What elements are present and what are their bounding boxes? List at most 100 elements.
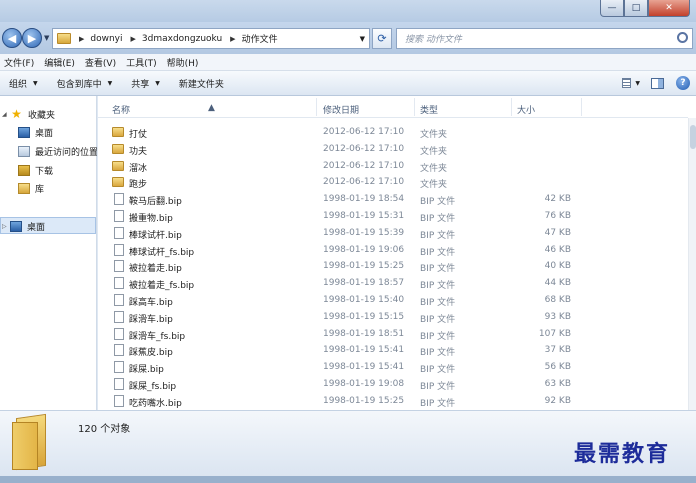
refresh-button[interactable]: ⟳ xyxy=(372,28,392,49)
file-date: 1998-01-19 18:51 xyxy=(323,328,405,339)
nav-desktop-favorite[interactable]: 桌面 xyxy=(18,124,53,140)
vertical-scrollbar[interactable] xyxy=(688,118,696,410)
nav-library[interactable]: 库 xyxy=(18,180,44,196)
file-type: BIP 文件 xyxy=(420,331,456,342)
file-row[interactable]: 踩屎.bip 1998-01-19 15:41 BIP 文件 56 KB xyxy=(98,358,688,375)
change-view-button[interactable]: ▼ xyxy=(622,75,640,91)
file-name: 搬重物.bip xyxy=(129,214,173,224)
folder-row[interactable]: 溜冰 2012-06-12 17:10 文件夹 xyxy=(98,157,688,174)
file-icon xyxy=(114,260,124,273)
file-type: BIP 文件 xyxy=(420,247,456,258)
file-type: BIP 文件 xyxy=(420,365,456,376)
folder-row[interactable]: 跑步 2012-06-12 17:10 文件夹 xyxy=(98,173,688,190)
nav-favorites[interactable]: ◢ ★ 收藏夹 xyxy=(2,106,55,122)
breadcrumb-action-files[interactable]: ▶ 动作文件 xyxy=(230,32,277,46)
column-type[interactable]: 类型 xyxy=(420,103,438,116)
toolbar-right: ▼ ? xyxy=(614,75,692,91)
file-name: 踩滑车.bip xyxy=(129,314,173,325)
column-size[interactable]: 大小 xyxy=(517,103,535,116)
folder-icon xyxy=(112,160,124,171)
file-type: BIP 文件 xyxy=(420,298,456,308)
folder-icon xyxy=(112,127,124,137)
include-in-library-button[interactable]: 包含到库中 ▼ xyxy=(57,77,113,90)
minimize-button[interactable]: — xyxy=(600,0,624,17)
views-icon xyxy=(622,78,632,88)
file-type: BIP 文件 xyxy=(420,230,456,241)
file-type: 文件夹 xyxy=(420,180,448,191)
file-icon xyxy=(114,344,124,357)
nav-downloads[interactable]: 下载 xyxy=(18,162,53,178)
file-icon xyxy=(114,394,124,407)
file-row[interactable]: 踩屎_fs.bip 1998-01-19 19:08 BIP 文件 63 KB xyxy=(98,375,688,392)
help-button[interactable]: ? xyxy=(674,75,692,91)
file-size: 76 KB xyxy=(544,211,571,221)
expand-icon[interactable]: ▷ xyxy=(2,223,10,230)
forward-button[interactable]: ▶ xyxy=(22,28,42,48)
file-row[interactable]: 棒球试杆.bip 1998-01-19 15:39 BIP 文件 47 KB xyxy=(98,224,688,241)
scrollbar-thumb[interactable] xyxy=(690,125,696,149)
back-button[interactable]: ◀ xyxy=(2,28,22,48)
breadcrumb-downyi[interactable]: ▶ downyi xyxy=(79,34,123,44)
file-name: 被拉着走_fs.bip xyxy=(129,281,195,292)
file-size: 46 KB xyxy=(544,244,571,255)
address-dropdown-icon[interactable]: ▼ xyxy=(360,35,365,43)
folder-row[interactable]: 打仗 2012-06-12 17:10 文件夹 xyxy=(98,123,688,140)
library-icon xyxy=(18,182,30,194)
search-input[interactable]: 搜索 动作文件 xyxy=(396,28,693,49)
menu-help[interactable]: 帮助(H) xyxy=(167,56,199,69)
file-row[interactable]: 棒球试杆_fs.bip 1998-01-19 19:06 BIP 文件 46 KB xyxy=(98,241,688,258)
file-type: BIP 文件 xyxy=(420,314,456,325)
file-row[interactable]: 吃药嘴水.bip 1998-01-19 15:25 BIP 文件 92 KB xyxy=(98,392,688,409)
file-row[interactable]: 被拉着走_fs.bip 1998-01-19 18:57 BIP 文件 44 KB xyxy=(98,274,688,291)
file-date: 2012-06-12 17:10 xyxy=(323,127,405,137)
column-header: ▲ 名称 修改日期 类型 大小 xyxy=(98,96,688,118)
item-count: 120 个对象 xyxy=(78,424,131,435)
share-button[interactable]: 共享 ▼ xyxy=(131,77,160,90)
column-name[interactable]: 名称 xyxy=(112,103,130,116)
file-row[interactable]: 鞍马后翻.bip 1998-01-19 18:54 BIP 文件 42 KB xyxy=(98,190,688,207)
window-controls: — □ ✕ xyxy=(600,0,690,17)
sort-indicator-icon: ▲ xyxy=(208,103,215,113)
file-date: 2012-06-12 17:10 xyxy=(323,160,405,171)
file-size: 40 KB xyxy=(544,261,571,272)
file-size: 44 KB xyxy=(544,278,571,289)
recent-pages-dropdown[interactable]: ▼ xyxy=(44,34,49,42)
breadcrumb-3dmaxdongzuoku[interactable]: ▶ 3dmaxdongzuoku xyxy=(131,34,223,44)
file-row[interactable]: 搬重物.bip 1998-01-19 15:31 BIP 文件 76 KB xyxy=(98,207,688,224)
folder-row[interactable]: 功夫 2012-06-12 17:10 文件夹 xyxy=(98,140,688,157)
menu-file[interactable]: 文件(F) xyxy=(4,56,34,69)
file-row[interactable]: 踩高车.bip 1998-01-19 15:40 BIP 文件 68 KB xyxy=(98,291,688,308)
maximize-button[interactable]: □ xyxy=(624,0,648,17)
file-size: 68 KB xyxy=(544,295,571,305)
file-name: 吃药嘴水.bip xyxy=(129,398,182,409)
nav-desktop[interactable]: ▷ 桌面 xyxy=(2,218,45,234)
file-name: 跑步 xyxy=(129,180,148,191)
folder-icon xyxy=(112,143,124,154)
menu-edit[interactable]: 编辑(E) xyxy=(44,56,75,69)
nav-recent-places[interactable]: 最近访问的位置 xyxy=(18,143,97,159)
collapse-icon[interactable]: ◢ xyxy=(2,111,10,118)
menu-view[interactable]: 查看(V) xyxy=(85,56,116,69)
desktop-icon xyxy=(10,220,22,232)
menu-tools[interactable]: 工具(T) xyxy=(126,56,157,69)
preview-pane-button[interactable] xyxy=(648,75,666,91)
file-list: ▲ 名称 修改日期 类型 大小 打仗 2012-06-12 17:10 文件夹 功夫 2… xyxy=(98,96,696,410)
file-date: 1998-01-19 18:54 xyxy=(323,194,405,205)
file-row[interactable]: 踩蕉皮.bip 1998-01-19 15:41 BIP 文件 37 KB xyxy=(98,341,688,358)
new-folder-button[interactable]: 新建文件夹 xyxy=(179,77,224,90)
details-pane: 120 个对象 最需教育 xyxy=(0,410,696,476)
command-bar: 组织 ▼ 包含到库中 ▼ 共享 ▼ 新建文件夹 ▼ ? xyxy=(0,71,696,96)
close-button[interactable]: ✕ xyxy=(648,0,690,17)
file-icon xyxy=(114,327,124,340)
file-name: 功夫 xyxy=(129,146,148,157)
file-row[interactable]: 踩滑车_fs.bip 1998-01-19 18:51 BIP 文件 107 KB xyxy=(98,325,688,342)
file-size: 93 KB xyxy=(544,311,571,322)
column-date-modified[interactable]: 修改日期 xyxy=(323,103,359,116)
organize-button[interactable]: 组织 ▼ xyxy=(9,77,38,90)
file-row[interactable]: 踩滑车.bip 1998-01-19 15:15 BIP 文件 93 KB xyxy=(98,308,688,325)
file-name: 踩屎.bip xyxy=(129,365,164,376)
address-bar[interactable]: ▶ downyi ▶ 3dmaxdongzuoku ▶ 动作文件 ▼ xyxy=(52,28,370,49)
file-type: BIP 文件 xyxy=(420,264,456,275)
file-size: 92 KB xyxy=(544,395,571,406)
file-row[interactable]: 被拉着走.bip 1998-01-19 15:25 BIP 文件 40 KB xyxy=(98,257,688,274)
